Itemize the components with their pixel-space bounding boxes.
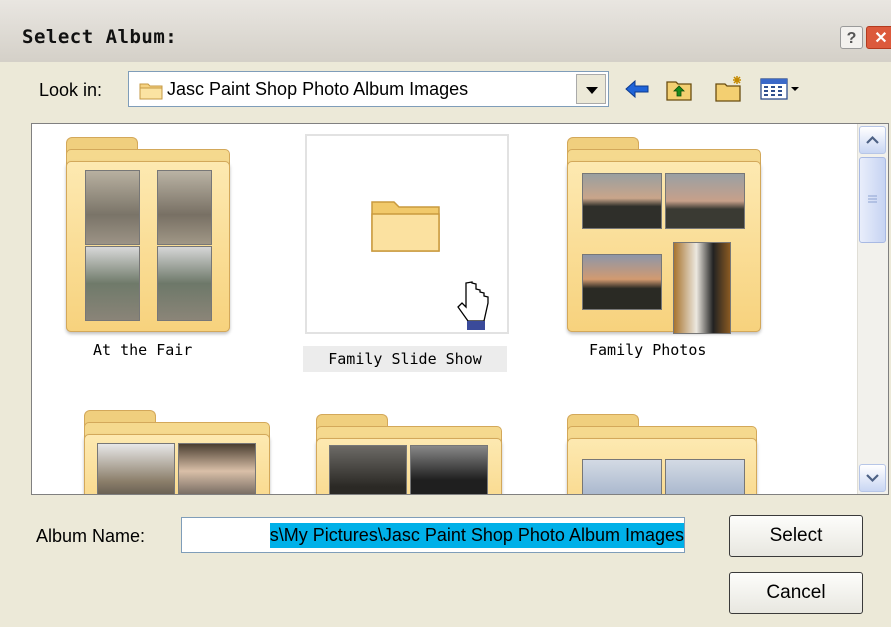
album-name: Family Slide Show <box>303 346 507 372</box>
folder-front <box>567 438 757 494</box>
photo-thumbnail <box>582 173 662 229</box>
scroll-thumb[interactable] <box>859 157 886 243</box>
album-item[interactable] <box>567 414 757 494</box>
photo-thumbnail <box>329 445 407 494</box>
album-thumbnail <box>567 414 757 494</box>
album-item[interactable] <box>316 414 502 494</box>
album-item-selected[interactable]: Family Slide Show <box>303 134 513 372</box>
chevron-up-icon <box>866 135 879 144</box>
look-in-dropdown[interactable]: Jasc Paint Shop Photo Album Images <box>128 71 609 107</box>
photo-thumbnail <box>85 246 140 321</box>
chevron-down-icon <box>866 474 879 483</box>
cancel-button[interactable]: Cancel <box>729 572 863 614</box>
grip-icon <box>868 195 877 203</box>
album-name-label: Album Name: <box>36 526 146 546</box>
title-bar: Select Album: ? ✕ <box>0 0 891 62</box>
album-name-input[interactable]: s\My Pictures\Jasc Paint Shop Photo Albu… <box>181 517 685 553</box>
folder-front <box>66 161 230 332</box>
album-thumbnail <box>66 137 230 332</box>
photo-thumbnail <box>85 170 140 245</box>
folder-front <box>567 161 761 334</box>
folder-icon <box>371 201 440 252</box>
album-thumbnail <box>84 410 270 494</box>
photo-thumbnail <box>97 443 175 494</box>
album-name: At the Fair <box>93 341 193 359</box>
album-name: Family Photos <box>589 341 707 359</box>
photo-thumbnail <box>410 445 488 494</box>
window-title: Select Album: <box>22 26 178 48</box>
help-button[interactable]: ? <box>840 26 863 49</box>
scroll-up-button[interactable] <box>859 126 886 154</box>
folder-front <box>84 434 270 494</box>
look-in-label: Look in: <box>39 80 103 100</box>
folder-icon <box>139 83 163 100</box>
photo-thumbnail <box>157 170 212 245</box>
look-in-value: Jasc Paint Shop Photo Album Images <box>167 79 469 99</box>
photo-thumbnail <box>582 254 662 310</box>
album-thumbnail <box>567 137 761 334</box>
photo-thumbnail <box>582 459 662 494</box>
folder-front <box>316 438 502 494</box>
new-folder-icon[interactable] <box>714 74 744 104</box>
photo-thumbnail <box>178 443 256 494</box>
album-list-pane[interactable]: At the Fair Family Slide Show Family Pho… <box>31 123 889 495</box>
photo-thumbnail <box>673 242 731 334</box>
close-button[interactable]: ✕ <box>866 26 891 49</box>
up-folder-icon[interactable] <box>664 74 694 104</box>
photo-thumbnail <box>157 246 212 321</box>
album-item[interactable] <box>84 410 270 494</box>
scroll-down-button[interactable] <box>859 464 886 492</box>
photo-thumbnail <box>665 173 745 229</box>
photo-thumbnail <box>665 459 745 494</box>
hand-cursor-icon <box>457 281 489 330</box>
view-menu-icon[interactable] <box>758 74 802 104</box>
album-name-value: s\My Pictures\Jasc Paint Shop Photo Albu… <box>269 523 684 548</box>
back-icon[interactable] <box>622 74 652 104</box>
select-button[interactable]: Select <box>729 515 863 557</box>
dropdown-arrow-icon[interactable] <box>576 74 606 104</box>
album-thumbnail <box>305 134 509 334</box>
album-thumbnail <box>316 414 502 494</box>
vertical-scrollbar[interactable] <box>857 124 888 494</box>
album-item[interactable]: Family Photos <box>567 137 761 377</box>
album-item[interactable]: At the Fair <box>66 137 230 377</box>
